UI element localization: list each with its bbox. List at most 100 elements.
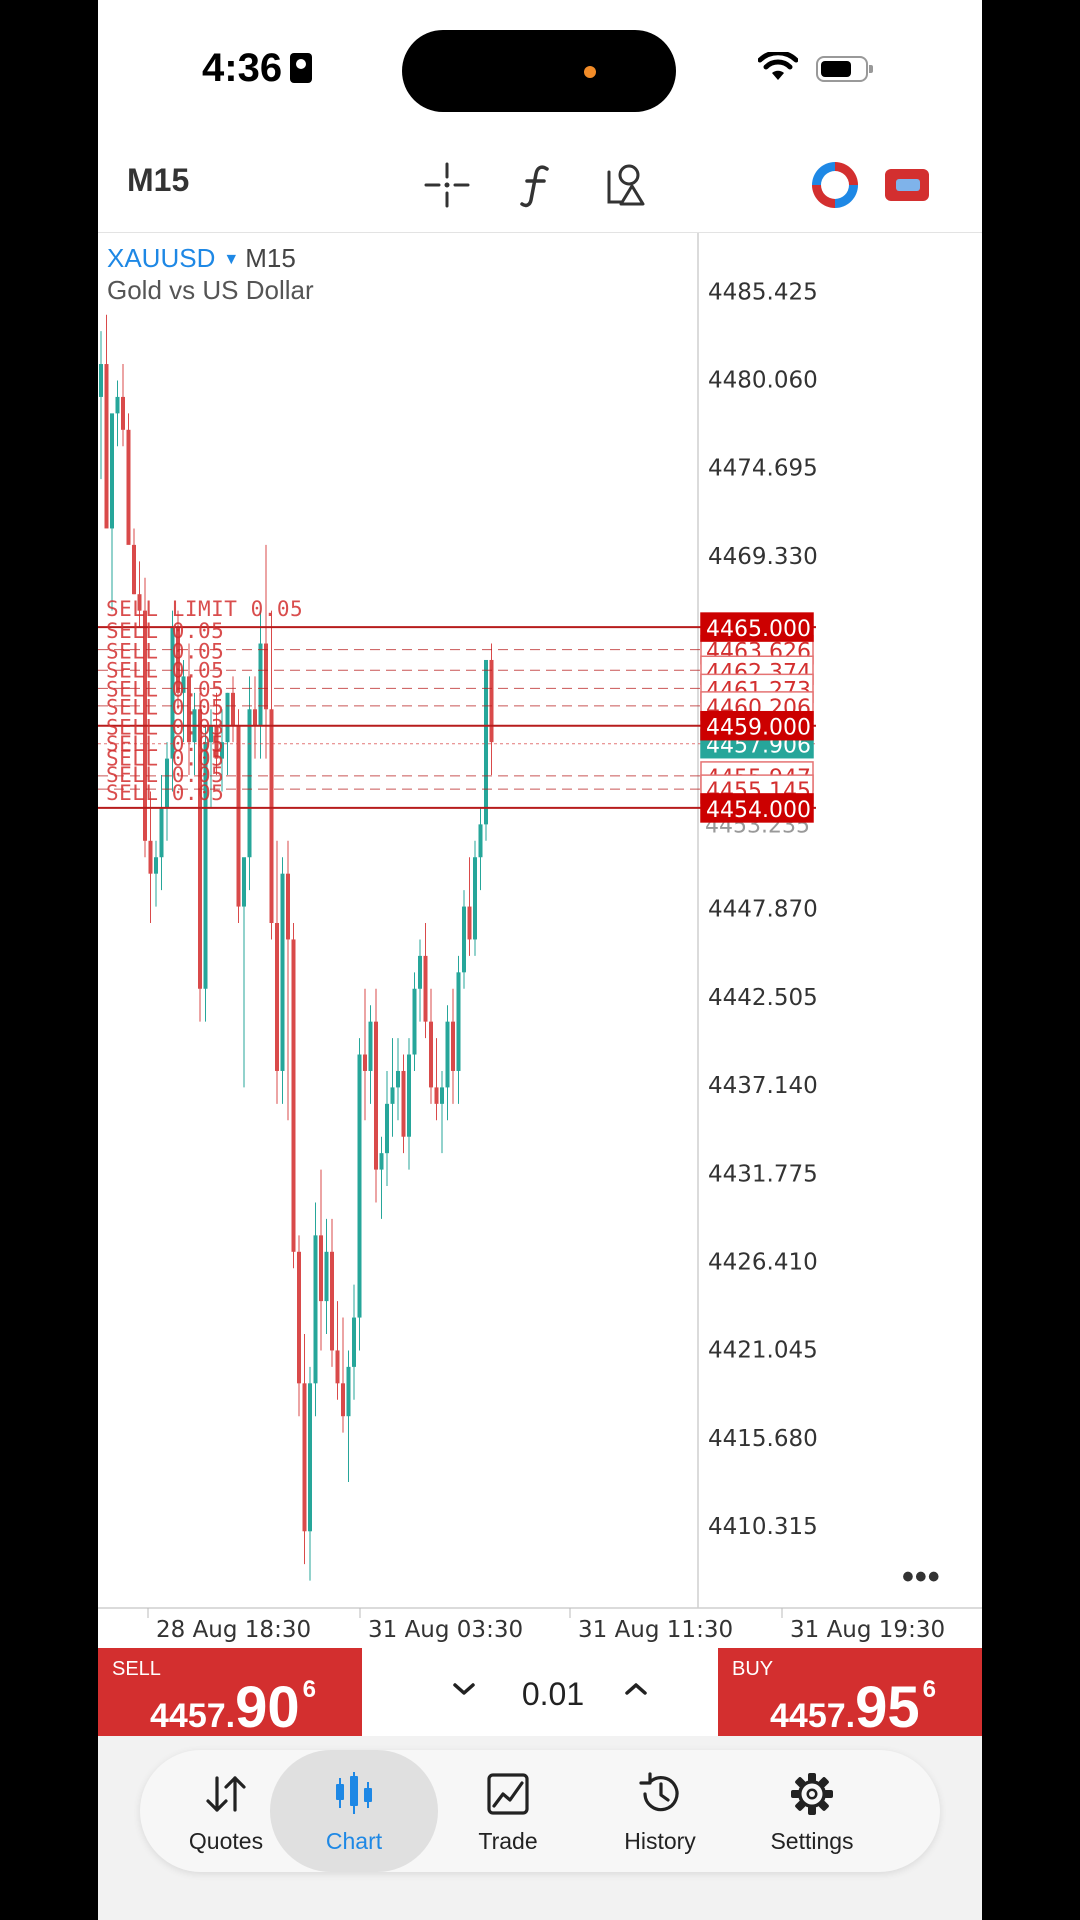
nav-chart[interactable]: Chart: [270, 1750, 438, 1872]
sell-price: 4457.90 6: [150, 1674, 316, 1741]
price-tag: 4454.000: [706, 798, 811, 823]
candle-bull: [478, 824, 483, 858]
lot-size-value[interactable]: 0.01: [508, 1676, 598, 1713]
candle-bull: [357, 1054, 362, 1318]
candle-bear: [319, 1235, 323, 1302]
candle-bear: [341, 1383, 345, 1417]
candle-bear: [126, 429, 131, 545]
candle-bull: [473, 857, 477, 940]
candle-bull: [324, 1251, 329, 1302]
candle-bear: [253, 709, 257, 726]
chart-icon: [336, 1772, 372, 1814]
candle-bull: [379, 1153, 384, 1170]
wifi-icon: [758, 52, 798, 80]
timeframe-button[interactable]: M15: [127, 162, 189, 199]
history-icon: [639, 1772, 679, 1812]
buy-price-sup: 6: [922, 1676, 936, 1703]
candle-bull: [242, 857, 246, 907]
candle-bull: [258, 643, 263, 726]
nav-settings[interactable]: Settings: [744, 1750, 880, 1872]
candle-bull: [247, 709, 252, 858]
candle-bear: [148, 840, 153, 874]
nav-history-label: History: [624, 1828, 696, 1854]
candle-bull: [456, 972, 461, 1071]
symbol-name[interactable]: XAUUSD: [107, 243, 215, 273]
price-tag: 4465.000: [706, 617, 811, 642]
nav-chart-label: Chart: [325, 1828, 383, 1854]
time-axis-label: 31 Aug 03:30: [368, 1617, 523, 1643]
quotes-icon: [206, 1776, 246, 1812]
objects-icon[interactable]: [603, 160, 653, 210]
candle-bear: [231, 692, 235, 726]
candle-bear: [467, 906, 472, 940]
candle-bull: [154, 857, 158, 874]
candle-bear: [434, 1087, 439, 1104]
sell-price-small: 4457.: [150, 1697, 236, 1735]
candle-bull: [115, 396, 120, 414]
phone-screen: 4:36 M15 4453.235 4463.626 4462.374 4461.27…: [98, 0, 982, 1920]
lot-increase-button[interactable]: [606, 1668, 666, 1706]
chevron-up-icon: [625, 1683, 647, 1695]
accounts-icon[interactable]: [810, 160, 860, 210]
candle-bull: [396, 1070, 400, 1088]
candle-bull: [407, 1054, 411, 1137]
nav-history[interactable]: History: [592, 1750, 728, 1872]
nav-settings-label: Settings: [770, 1828, 854, 1854]
price-tag: 4459.000: [706, 716, 811, 741]
candle-bull: [445, 1021, 450, 1088]
nav-trade[interactable]: Trade: [440, 1750, 576, 1872]
candle-bull: [352, 1317, 356, 1367]
price-axis-label: 4437.140: [708, 1073, 818, 1099]
candle-bear: [236, 725, 241, 907]
candle-bull: [346, 1366, 351, 1417]
more-icon[interactable]: •••: [902, 1558, 941, 1597]
sell-button[interactable]: SELL 4457.90 6: [98, 1648, 362, 1740]
candle-bear: [374, 1021, 378, 1170]
nav-trade-label: Trade: [478, 1828, 538, 1854]
symbol-description: Gold vs US Dollar: [107, 275, 314, 305]
candle-bear: [104, 364, 109, 529]
window-switch-icon[interactable]: [882, 160, 932, 210]
function-icon[interactable]: [513, 160, 563, 210]
price-axis-label: 4410.315: [708, 1514, 818, 1540]
chevron-down-icon: [453, 1683, 475, 1695]
candle-bear: [121, 396, 125, 430]
buy-price-small: 4457.: [770, 1697, 856, 1735]
sell-price-sup: 6: [302, 1676, 316, 1703]
sell-price-big: 90: [235, 1675, 300, 1740]
sim-card-icon: [290, 53, 313, 84]
candle-bull: [462, 906, 466, 973]
battery-icon: [816, 56, 873, 82]
candle-bear: [269, 709, 274, 924]
privacy-indicator-icon: [584, 66, 596, 78]
price-axis-label: 4485.425: [708, 279, 818, 305]
symbol-dropdown-icon[interactable]: ▼: [223, 251, 239, 268]
candle-bear: [451, 1021, 455, 1071]
candle-bull: [225, 692, 230, 743]
candle-bear: [489, 659, 494, 743]
order-label: SELL 0.05: [106, 781, 224, 805]
candle-bull: [418, 955, 422, 989]
price-axis-label: 4480.060: [708, 368, 818, 394]
crosshair-icon[interactable]: [422, 160, 472, 210]
battery-tip: [869, 65, 873, 73]
candle-bull: [412, 988, 417, 1055]
symbol-header[interactable]: XAUUSD ▼ M15: [107, 243, 296, 274]
candle-bear: [264, 643, 268, 710]
dynamic-island: [402, 30, 676, 112]
candle-bear: [429, 1021, 433, 1088]
candle-bear: [132, 544, 136, 595]
candle-bull: [159, 807, 164, 858]
lot-decrease-button[interactable]: [434, 1668, 494, 1706]
candle-bull: [385, 1103, 389, 1154]
price-axis-label: 4431.775: [708, 1161, 818, 1187]
candle-bear: [291, 939, 296, 1252]
price-axis-label: 4469.330: [708, 544, 818, 570]
candle-bear: [335, 1350, 340, 1384]
candle-bear: [401, 1070, 406, 1137]
candle-bull: [390, 1087, 395, 1104]
price-axis-label: 4421.045: [708, 1338, 818, 1364]
time-axis-label: 31 Aug 19:30: [790, 1617, 945, 1643]
buy-button[interactable]: BUY 4457.95 6: [718, 1648, 982, 1740]
price-chart[interactable]: 4453.2354463.6264462.3744461.2734460.206…: [98, 233, 982, 1646]
